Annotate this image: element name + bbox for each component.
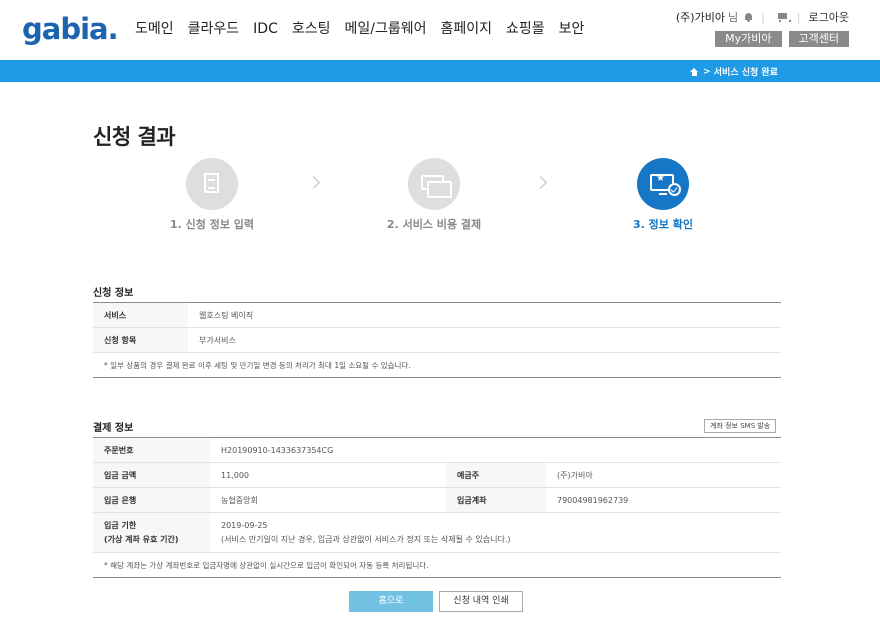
- payment-info-title: 결제 정보: [93, 423, 134, 434]
- page-title: 신청 결과: [93, 125, 176, 149]
- order-no-label: 주문번호: [93, 437, 210, 463]
- breadcrumb-current: 서비스 신청 완료: [713, 68, 778, 78]
- chevron-right-icon: [307, 176, 320, 189]
- nav-shopping-mall[interactable]: 쇼핑몰: [506, 20, 545, 38]
- customer-center-button[interactable]: 고객센터: [788, 31, 849, 47]
- amount-value: 11,000: [210, 462, 446, 488]
- nav-idc[interactable]: IDC: [253, 20, 278, 38]
- deadline-label: 입금 기한 (가상 계좌 유효 기간): [93, 512, 210, 553]
- payment-info-table: 주문번호 H20190910-1433637354CG 입금 금액 11,000…: [93, 437, 781, 578]
- row-label: 신청 항목: [93, 327, 188, 353]
- user-suffix: 님: [727, 11, 739, 24]
- table-row: 입금 은행 농협중앙회 입금계좌 79004981962739: [93, 487, 781, 513]
- account-value: 79004981962739: [546, 487, 781, 513]
- table-row: 서비스 웹호스팅 베이직: [93, 302, 781, 328]
- bell-icon[interactable]: [744, 12, 753, 22]
- user-utility: (주)가비아 님 | | 로그아웃: [676, 9, 849, 25]
- account-label: 입금계좌: [446, 487, 546, 513]
- table-row: 입금 기한 (가상 계좌 유효 기간) 2019-09-25 (서비스 만기일이…: [93, 512, 781, 553]
- step-3: ★ 3. 정보 확인: [603, 158, 723, 232]
- step-1-circle: [186, 158, 238, 210]
- document-icon: [204, 173, 219, 193]
- user-name[interactable]: (주)가비아: [676, 9, 725, 25]
- home-button[interactable]: 홈으로: [349, 591, 433, 612]
- nav-domain[interactable]: 도메인: [135, 20, 174, 38]
- depositor-value: (주)가비아: [546, 462, 781, 488]
- bank-value: 농협중앙회: [210, 487, 446, 513]
- site-header: gabia. 도메인 클라우드 IDC 호스팅 메일/그룹웨어 홈페이지 쇼핑몰…: [0, 0, 880, 60]
- my-gabia-button[interactable]: My가비아: [715, 31, 782, 47]
- row-value: 부가서비스: [188, 327, 781, 353]
- deadline-note: (서비스 만기일이 지난 경우, 입금과 상관없이 서비스가 정지 또는 삭제될…: [221, 534, 511, 544]
- logout-link[interactable]: 로그아웃: [809, 9, 849, 25]
- step-2: 2. 서비스 비용 결제: [374, 158, 494, 232]
- star-icon: ★: [656, 173, 665, 184]
- check-icon: [668, 183, 681, 196]
- apply-note-row: * 일부 상품의 경우 결제 완료 이후 세팅 및 만기일 변경 등의 처리가 …: [93, 352, 781, 378]
- step-1-label: 1. 신청 정보 입력: [169, 218, 255, 231]
- nav-security[interactable]: 보안: [559, 20, 585, 38]
- apply-info-table: 서비스 웹호스팅 베이직 신청 항목 부가서비스 * 일부 상품의 경우 결제 …: [93, 302, 781, 378]
- step-3-label: 3. 정보 확인: [633, 218, 693, 231]
- step-1: 1. 신청 정보 입력: [152, 158, 272, 232]
- step-3-circle: ★: [637, 158, 689, 210]
- home-icon[interactable]: [690, 67, 699, 76]
- step-2-circle: [408, 158, 460, 210]
- payment-note: * 해당 계좌는 가상 계좌번호로 입금자명에 상관없이 실시간으로 입금이 확…: [93, 552, 781, 578]
- apply-note: * 일부 상품의 경우 결제 완료 이후 세팅 및 만기일 변경 등의 처리가 …: [93, 352, 781, 378]
- nav-cloud[interactable]: 클라우드: [188, 20, 240, 38]
- table-row: 주문번호 H20190910-1433637354CG: [93, 437, 781, 463]
- print-button[interactable]: 신청 내역 인쇄: [439, 591, 523, 612]
- depositor-label: 예금주: [446, 462, 546, 488]
- nav-mail-groupware[interactable]: 메일/그룹웨어: [345, 20, 427, 38]
- chevron-right-icon: [534, 176, 547, 189]
- gabia-logo[interactable]: gabia.: [22, 14, 119, 44]
- amount-label: 입금 금액: [93, 462, 210, 488]
- sms-send-button[interactable]: 계좌 정보 SMS 발송: [704, 419, 777, 433]
- divider: |: [761, 10, 765, 24]
- location-bar: > 서비스 신청 완료: [0, 60, 880, 82]
- nav-hosting[interactable]: 호스팅: [292, 20, 331, 38]
- breadcrumb: > 서비스 신청 완료: [690, 65, 778, 78]
- deadline-value: 2019-09-25 (서비스 만기일이 지난 경우, 입금과 상관없이 서비스…: [210, 512, 781, 553]
- cart-icon[interactable]: [777, 12, 791, 22]
- order-no-value: H20190910-1433637354CG: [210, 437, 781, 463]
- deadline-date: 2019-09-25: [221, 520, 268, 530]
- payment-note-row: * 해당 계좌는 가상 계좌번호로 입금자명에 상관없이 실시간으로 입금이 확…: [93, 552, 781, 578]
- row-label: 서비스: [93, 302, 188, 328]
- deadline-label-2: (가상 계좌 유효 기간): [104, 534, 179, 544]
- table-row: 입금 금액 11,000 예금주 (주)가비아: [93, 462, 781, 488]
- apply-info-title: 신청 정보: [93, 288, 134, 299]
- bank-label: 입금 은행: [93, 487, 210, 513]
- step-2-label: 2. 서비스 비용 결제: [386, 218, 482, 231]
- breadcrumb-separator: >: [703, 66, 714, 77]
- cards-icon: [421, 175, 452, 198]
- deadline-label-1: 입금 기한: [104, 520, 137, 530]
- global-nav: 도메인 클라우드 IDC 호스팅 메일/그룹웨어 홈페이지 쇼핑몰 보안: [135, 20, 598, 38]
- utility-buttons: My가비아 고객센터: [715, 31, 849, 47]
- divider: |: [796, 10, 801, 24]
- table-row: 신청 항목 부가서비스: [93, 327, 781, 353]
- nav-homepage[interactable]: 홈페이지: [441, 20, 493, 38]
- row-value: 웹호스팅 베이직: [188, 302, 781, 328]
